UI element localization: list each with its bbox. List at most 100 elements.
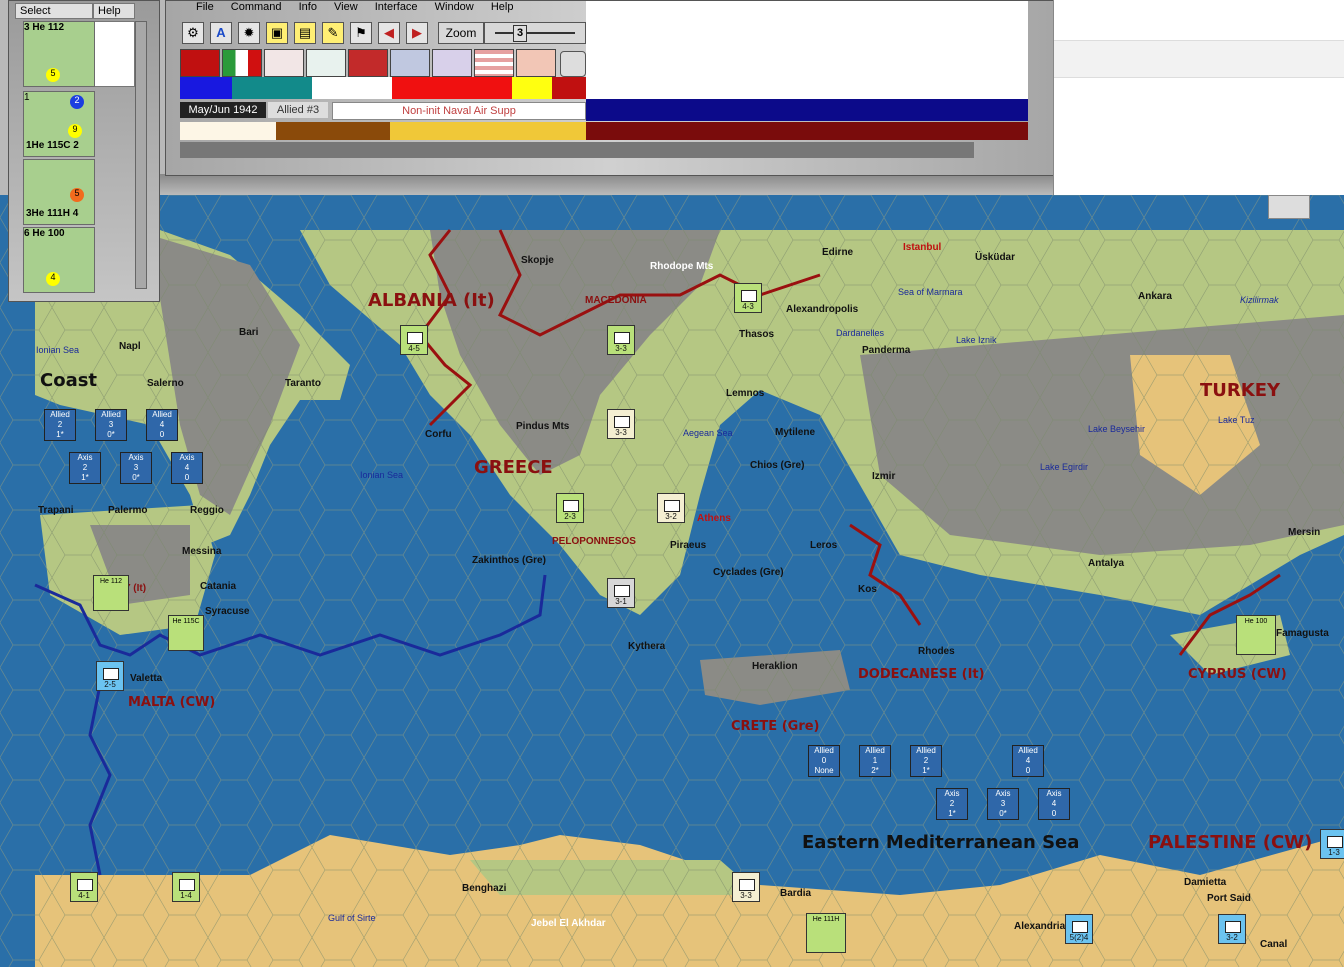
menu-file[interactable]: File	[196, 1, 214, 13]
city-label: Port Said	[1207, 893, 1251, 904]
sea-label: Ionian Sea	[360, 470, 404, 480]
air-unit-counter[interactable]: He 112	[93, 575, 129, 611]
palette-scrollbar[interactable]	[135, 21, 147, 289]
naval-box[interactable]: Axis 3 0*	[120, 452, 152, 484]
naval-box[interactable]: Axis 2 1*	[936, 788, 968, 820]
city-label: Reggio	[190, 505, 224, 516]
city-label: Valetta	[130, 673, 163, 684]
slider-thumb[interactable]: 3	[513, 25, 527, 42]
menu-help[interactable]: Help	[491, 1, 514, 13]
stack-icon[interactable]: ▣	[266, 22, 288, 44]
unit-counter[interactable]: 3-2	[1218, 914, 1246, 944]
city-label: Kythera	[628, 641, 666, 652]
city-label: Lemnos	[726, 388, 765, 399]
air-unit-he111[interactable]: 5 3He 111H 4	[23, 159, 95, 225]
arrow-right-icon[interactable]: ▶	[406, 22, 428, 44]
label-macedonia: MACEDONIA	[585, 295, 647, 306]
unit-counter[interactable]: 3-3	[607, 409, 635, 439]
naval-box[interactable]: Allied 2 1*	[910, 745, 942, 777]
uk-flag-icon[interactable]	[390, 49, 430, 77]
city-label: Skopje	[521, 255, 554, 266]
china-flag-icon[interactable]	[306, 49, 346, 77]
arrow-left-icon[interactable]: ◀	[378, 22, 400, 44]
air-unit-he100[interactable]: 6 He 100 4	[23, 227, 95, 293]
menu-info[interactable]: Info	[299, 1, 317, 13]
unit-counter[interactable]: 4-3	[734, 283, 762, 313]
japan-flag-icon[interactable]	[264, 49, 304, 77]
city-label: Damietta	[1184, 877, 1227, 888]
select-menu[interactable]: Select	[15, 3, 93, 19]
naval-box[interactable]: Allied 3 0*	[95, 409, 127, 441]
city-label: Jebel El Akhdar	[531, 918, 606, 929]
river-label: Kizilirmak	[1240, 295, 1279, 305]
italy-flag-icon[interactable]	[222, 49, 262, 77]
color-bar	[586, 122, 1028, 140]
city-label: Palermo	[108, 505, 148, 516]
unit-counter[interactable]: 3-1	[607, 578, 635, 608]
unit-counter[interactable]: 3-3	[607, 325, 635, 355]
menu-interface[interactable]: Interface	[375, 1, 418, 13]
city-label: Chios (Gre)	[750, 460, 805, 471]
nationalist-flag-icon[interactable]	[348, 49, 388, 77]
menu-window[interactable]: Window	[435, 1, 474, 13]
color-bar	[512, 77, 552, 99]
city-label: Napl	[119, 341, 141, 352]
lake-label: Lake Tuz	[1218, 415, 1255, 425]
naval-box[interactable]: Axis 4 0	[1038, 788, 1070, 820]
gear-icon[interactable]: ✹	[238, 22, 260, 44]
flag-tab-icon[interactable]	[1268, 195, 1310, 219]
menu-command[interactable]: Command	[231, 1, 282, 13]
target-icon[interactable]	[560, 51, 586, 77]
label-albania: ALBANIA (It)	[368, 290, 495, 311]
naval-box[interactable]: Allied 4 0	[146, 409, 178, 441]
label-palestine: PALESTINE (CW)	[1148, 832, 1313, 853]
text-tool-icon[interactable]: A	[210, 22, 232, 44]
unit-counter[interactable]: 4-1	[70, 872, 98, 902]
ussr-flag-icon[interactable]	[516, 49, 556, 77]
air-unit-he112[interactable]: 3 He 112 5	[23, 21, 95, 87]
menu-view[interactable]: View	[334, 1, 358, 13]
naval-box[interactable]: Allied 1 2*	[859, 745, 891, 777]
unit-counter[interactable]: 2-5	[96, 661, 124, 691]
naval-box[interactable]: Allied 0 None	[808, 745, 840, 777]
slider-track	[495, 32, 575, 34]
unit-counter[interactable]: 1-3	[1320, 829, 1344, 859]
unit-counter[interactable]: 4-5	[400, 325, 428, 355]
flag-icon[interactable]: ⚑	[350, 22, 372, 44]
air-unit-counter[interactable]: He 111H	[806, 913, 846, 953]
naval-box[interactable]: Axis 2 1*	[69, 452, 101, 484]
naval-box[interactable]: Axis 4 0	[171, 452, 203, 484]
unit-counter[interactable]: 3-2	[657, 493, 685, 523]
usa-flag-icon[interactable]	[474, 49, 514, 77]
city-label: Bari	[239, 327, 259, 338]
naval-box[interactable]: Allied 4 0	[1012, 745, 1044, 777]
city-label: Alexandropolis	[786, 304, 859, 315]
turn-date: May/Jun 1942	[180, 102, 266, 118]
game-map[interactable]: ALBANIA (It) GREECE TURKEY MACEDONIA PEL…	[0, 195, 1344, 967]
unit-counter[interactable]: 5(2)4	[1065, 914, 1093, 944]
france-flag-icon[interactable]	[432, 49, 472, 77]
tank-icon[interactable]: ⚙	[182, 22, 204, 44]
brush-icon[interactable]: ✎	[322, 22, 344, 44]
layer-icon[interactable]: ▤	[294, 22, 316, 44]
naval-box[interactable]: Axis 3 0*	[987, 788, 1019, 820]
air-unit-counter[interactable]: He 115C	[168, 615, 204, 651]
air-unit-counter[interactable]: He 100	[1236, 615, 1276, 655]
city-label: Kos	[858, 584, 877, 595]
city-label: Canal	[1260, 939, 1288, 950]
help-menu[interactable]: Help	[93, 3, 135, 19]
unit-counter[interactable]: 3-3	[732, 872, 760, 902]
zoom-slider[interactable]: 3	[484, 22, 586, 44]
color-bar	[552, 77, 586, 99]
germany-flag-icon[interactable]	[180, 49, 220, 77]
unit-counter[interactable]: 2-3	[556, 493, 584, 523]
active-side: Allied #3	[268, 102, 328, 118]
color-bar	[312, 77, 392, 99]
city-label: Üsküdar	[975, 252, 1016, 263]
naval-box[interactable]: Allied 2 1*	[44, 409, 76, 441]
label-crete: CRETE (Gre)	[731, 719, 820, 734]
unit-counter[interactable]: 1-4	[172, 872, 200, 902]
city-label: Antalya	[1088, 558, 1125, 569]
air-unit-he115[interactable]: 1 2 9 1He 115C 2	[23, 91, 95, 157]
city-label: Heraklion	[752, 661, 798, 672]
